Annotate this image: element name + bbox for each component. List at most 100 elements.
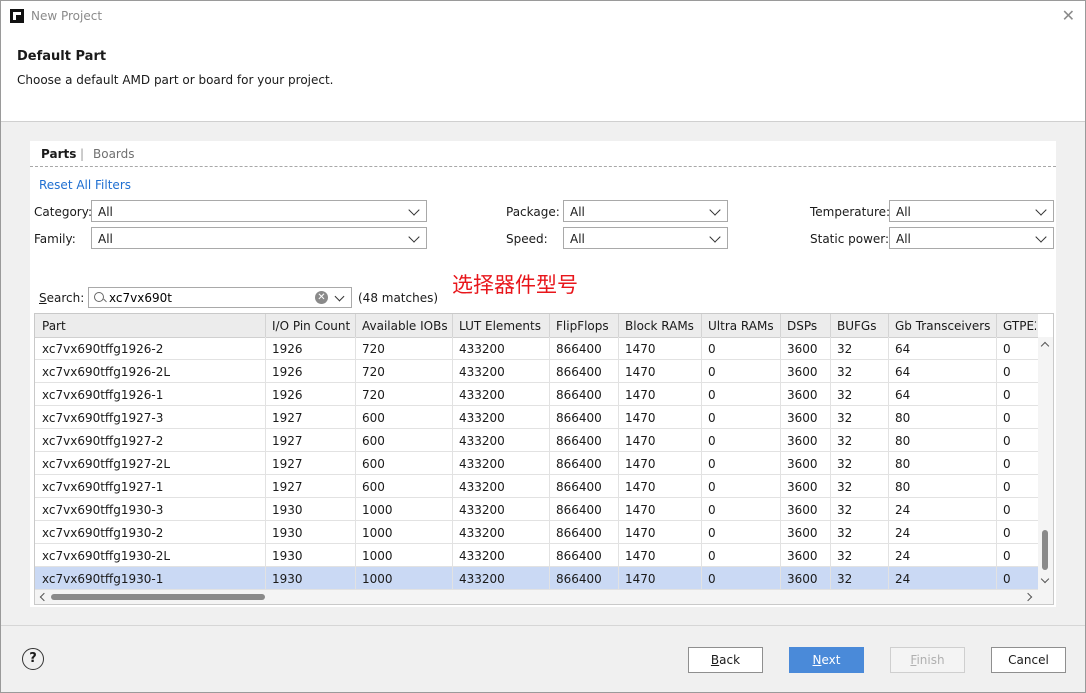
family-value: All bbox=[98, 232, 113, 246]
column-header[interactable]: I/O Pin Count bbox=[272, 319, 350, 333]
scroll-up-icon[interactable] bbox=[1040, 341, 1050, 351]
vertical-scrollbar[interactable] bbox=[1038, 337, 1053, 590]
table-cell: 720 bbox=[362, 342, 385, 356]
speed-select[interactable]: All bbox=[563, 227, 728, 249]
table-cell: 3600 bbox=[787, 549, 818, 563]
table-cell: 3600 bbox=[787, 526, 818, 540]
table-cell: 1470 bbox=[625, 434, 656, 448]
chevron-down-icon bbox=[1035, 231, 1047, 243]
column-header[interactable]: Part bbox=[42, 319, 66, 333]
scroll-right-icon[interactable] bbox=[1023, 592, 1033, 602]
column-divider[interactable] bbox=[452, 314, 453, 337]
table-cell: xc7vx690tffg1927-2L bbox=[42, 457, 171, 471]
temperature-label: Temperature: bbox=[810, 205, 891, 219]
column-header[interactable]: DSPs bbox=[787, 319, 817, 333]
category-select[interactable]: All bbox=[91, 200, 427, 222]
column-header[interactable]: BUFGs bbox=[837, 319, 876, 333]
page-subtitle: Choose a default AMD part or board for y… bbox=[17, 73, 334, 87]
cell-divider bbox=[888, 337, 889, 590]
tab-parts[interactable]: Parts bbox=[41, 147, 76, 161]
column-header[interactable]: FlipFlops bbox=[556, 319, 609, 333]
table-cell: 32 bbox=[837, 365, 853, 379]
table-cell: xc7vx690tffg1926-2 bbox=[42, 342, 164, 356]
clear-icon[interactable]: ✕ bbox=[315, 291, 328, 304]
search-input[interactable] bbox=[109, 290, 309, 305]
chevron-down-icon[interactable] bbox=[334, 291, 345, 302]
horizontal-scrollbar[interactable] bbox=[35, 590, 1053, 604]
table-cell: 1927 bbox=[272, 480, 303, 494]
table-cell: 32 bbox=[837, 503, 853, 517]
static-power-select[interactable]: All bbox=[889, 227, 1054, 249]
table-cell: 1470 bbox=[625, 572, 656, 586]
table-cell: 24 bbox=[895, 549, 911, 563]
table-cell: 720 bbox=[362, 365, 385, 379]
amd-logo-icon bbox=[10, 9, 24, 23]
table-cell: 0 bbox=[1003, 434, 1011, 448]
cell-divider bbox=[618, 337, 619, 590]
column-divider[interactable] bbox=[618, 314, 619, 337]
help-button[interactable]: ? bbox=[22, 648, 44, 670]
column-header[interactable]: Available IOBs bbox=[362, 319, 448, 333]
column-divider[interactable] bbox=[996, 314, 997, 337]
scroll-down-icon[interactable] bbox=[1040, 574, 1050, 584]
column-divider[interactable] bbox=[355, 314, 356, 337]
table-cell: 3600 bbox=[787, 411, 818, 425]
table-cell: 32 bbox=[837, 572, 853, 586]
family-select[interactable]: All bbox=[91, 227, 427, 249]
column-divider[interactable] bbox=[830, 314, 831, 337]
column-header[interactable]: Ultra RAMs bbox=[708, 319, 774, 333]
back-button[interactable]: Back bbox=[688, 647, 763, 673]
close-icon[interactable]: ✕ bbox=[1062, 6, 1075, 25]
table-cell: 0 bbox=[708, 503, 716, 517]
table-cell: 1000 bbox=[362, 526, 393, 540]
next-label-rest: ext bbox=[821, 653, 841, 667]
page-header: Default Part Choose a default AMD part o… bbox=[1, 32, 1085, 122]
table-cell: 1000 bbox=[362, 549, 393, 563]
next-button[interactable]: Next bbox=[789, 647, 864, 673]
table-cell: 1930 bbox=[272, 503, 303, 517]
title-bar: New Project ✕ bbox=[1, 1, 1085, 32]
finish-label-rest: inish bbox=[916, 653, 945, 667]
table-cell: 0 bbox=[708, 572, 716, 586]
part-selection-panel: Parts | Boards Reset All Filters Categor… bbox=[30, 141, 1056, 607]
table-cell: xc7vx690tffg1930-3 bbox=[42, 503, 164, 517]
column-divider[interactable] bbox=[780, 314, 781, 337]
tab-boards[interactable]: Boards bbox=[93, 147, 135, 161]
table-cell: 0 bbox=[1003, 480, 1011, 494]
table-cell: 64 bbox=[895, 388, 911, 402]
package-select[interactable]: All bbox=[563, 200, 728, 222]
table-cell: 3600 bbox=[787, 365, 818, 379]
back-mnemonic: B bbox=[710, 653, 720, 667]
table-cell: 0 bbox=[1003, 572, 1011, 586]
chevron-down-icon bbox=[408, 204, 420, 216]
table-cell: 0 bbox=[708, 388, 716, 402]
cancel-button[interactable]: Cancel bbox=[991, 647, 1066, 673]
column-header[interactable]: Gb Transceivers bbox=[895, 319, 990, 333]
table-cell: 433200 bbox=[459, 457, 505, 471]
table-cell: 600 bbox=[362, 434, 385, 448]
scroll-thumb[interactable] bbox=[51, 594, 265, 600]
column-divider[interactable] bbox=[888, 314, 889, 337]
chevron-down-icon bbox=[408, 231, 420, 243]
table-cell: 433200 bbox=[459, 549, 505, 563]
table-cell: 866400 bbox=[556, 480, 602, 494]
package-label: Package: bbox=[506, 205, 560, 219]
chevron-down-icon bbox=[1035, 204, 1047, 216]
temperature-select[interactable]: All bbox=[889, 200, 1054, 222]
table-cell: 0 bbox=[708, 457, 716, 471]
scroll-left-icon[interactable] bbox=[39, 592, 49, 602]
table-cell: 3600 bbox=[787, 388, 818, 402]
table-cell: 24 bbox=[895, 572, 911, 586]
column-header[interactable]: GTPE2 bbox=[1003, 319, 1036, 333]
tab-separator: | bbox=[80, 147, 85, 161]
column-divider[interactable] bbox=[265, 314, 266, 337]
reset-filters-link[interactable]: Reset All Filters bbox=[39, 178, 131, 192]
column-divider[interactable] bbox=[549, 314, 550, 337]
column-header[interactable]: Block RAMs bbox=[625, 319, 694, 333]
finish-button[interactable]: Finish bbox=[890, 647, 965, 673]
table-cell: 32 bbox=[837, 411, 853, 425]
column-header[interactable]: LUT Elements bbox=[459, 319, 541, 333]
column-divider[interactable] bbox=[701, 314, 702, 337]
scroll-thumb[interactable] bbox=[1042, 530, 1048, 570]
table-cell: 80 bbox=[895, 434, 911, 448]
